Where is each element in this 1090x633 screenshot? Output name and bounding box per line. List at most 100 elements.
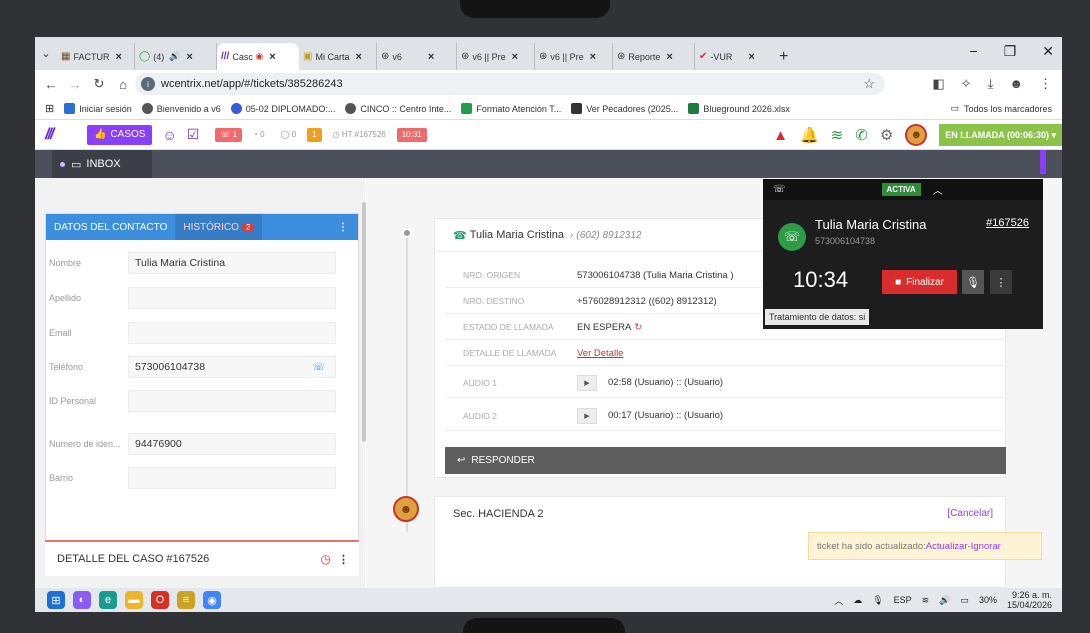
bookmark-diplomado[interactable]: 05-02 DIPLOMADO:... [230, 103, 335, 114]
emoji-icon[interactable]: ☺ [162, 127, 176, 143]
bookmark-blueground[interactable]: Blueground 2026.xlsx [688, 103, 790, 114]
restore-icon[interactable]: ❐ [1004, 43, 1017, 60]
bookmark-cinco[interactable]: CINCO :: Centro Inte... [345, 103, 451, 114]
avatar[interactable]: ☻ [905, 124, 928, 146]
cancel-link[interactable]: [Cancelar] [947, 508, 993, 519]
id-personal-input[interactable] [128, 390, 336, 412]
bookmark-pecadores[interactable]: Ver Pecadores (2025... [571, 103, 678, 114]
close-icon[interactable]: × [355, 51, 361, 63]
play-icon[interactable]: ▶ [577, 407, 597, 424]
close-icon[interactable]: × [512, 51, 518, 63]
inbox-tab[interactable]: ▭ INBOX [52, 150, 152, 178]
close-icon[interactable]: × [748, 51, 754, 63]
extension-icon[interactable]: ◧ [932, 76, 944, 92]
gear-icon[interactable]: ⚙ [880, 126, 893, 144]
nombre-input[interactable]: Tulia Maria Cristina [128, 252, 336, 274]
alert-icon[interactable]: ▲ [773, 127, 788, 144]
tab-search-icon[interactable]: ⌄ [35, 37, 57, 70]
ignore-link[interactable]: Ignorar [971, 541, 1001, 552]
numero-identificacion-input[interactable]: 94476900 [128, 433, 336, 455]
notes-icon[interactable]: ≡ [177, 591, 195, 609]
bookmark-iniciar-sesion[interactable]: Iniciar sesión [64, 103, 132, 114]
copilot-icon[interactable]: ◐ [73, 591, 91, 609]
ticket-chip[interactable]: ◷ HT #167526 [328, 128, 391, 142]
windows-start-icon[interactable]: ⊞ [47, 591, 65, 609]
close-icon[interactable]: × [186, 51, 192, 63]
call-status-button[interactable]: EN LLAMADA (00:06:30) ▾ [939, 124, 1062, 146]
apps-grid-icon[interactable]: ⊞ [45, 102, 54, 115]
close-icon[interactable]: × [590, 51, 596, 63]
tab-v6-pre-1[interactable]: ⊛ v6 || Pre × [457, 43, 535, 70]
checkbox-icon[interactable]: ☑ [187, 126, 200, 143]
download-icon[interactable]: ⤓ [988, 76, 994, 92]
all-bookmarks[interactable]: ▭ Todos los marcadores [950, 103, 1052, 114]
forward-icon[interactable]: → [63, 77, 87, 92]
edge-icon[interactable]: e [99, 591, 117, 609]
apellido-input[interactable] [128, 287, 336, 309]
close-window-icon[interactable]: ✕ [1042, 43, 1054, 60]
tab-v6-pre-2[interactable]: ⊛ v6 || Pre × [535, 43, 613, 70]
menu-icon[interactable]: ⋮ [1039, 76, 1052, 92]
ticket-link[interactable]: #167526 [986, 217, 1029, 229]
opera-icon[interactable]: O [151, 591, 169, 609]
phone-icon[interactable]: ☏ [312, 362, 325, 373]
chevron-up-icon[interactable]: ︿ [834, 594, 843, 607]
site-info-icon[interactable]: i [141, 77, 155, 91]
tab-contact-data[interactable]: DATOS DEL CONTACTO [46, 214, 175, 240]
casos-button[interactable]: 👍 CASOS [87, 124, 153, 145]
responder-button[interactable]: ↩ RESPONDER [445, 447, 1006, 474]
reload-icon[interactable]: ↻ [87, 76, 111, 92]
barrio-input[interactable] [128, 467, 336, 489]
more-button[interactable]: ⋮ [990, 270, 1012, 294]
tab-history[interactable]: HISTÓRICO 2 [175, 214, 263, 240]
mic-icon[interactable]: 🎙 [872, 595, 883, 606]
mic-button[interactable]: 🎙 [962, 270, 984, 294]
case-detail-header[interactable]: DETALLE DEL CASO #167526 ◷ ⋮ [45, 540, 359, 576]
bookmark-bienvenido[interactable]: Bienvenido a v6 [141, 103, 221, 114]
bell-icon[interactable]: 🔔 [800, 126, 819, 144]
folder-icon[interactable]: ▬ [125, 591, 143, 609]
tab-reporte[interactable]: ⊛ Reporte × [613, 43, 695, 70]
new-tab-button[interactable]: + [779, 43, 788, 70]
address-bar[interactable]: i wcentrix.net/app/#/tickets/385286243 ☆ [135, 73, 885, 95]
back-icon[interactable]: ← [39, 77, 63, 92]
whatsapp-chip[interactable]: ◯ 0 [276, 128, 302, 142]
wcentrix-logo[interactable]: /// [45, 126, 73, 144]
battery-icon[interactable]: ▭ [960, 595, 969, 606]
tab-v6[interactable]: ⊛ v6 × [377, 43, 457, 70]
volume-icon[interactable]: 🔊 [939, 595, 950, 606]
kebab-menu-icon[interactable]: ⋮ [338, 553, 349, 566]
play-icon[interactable]: ▶ [577, 374, 597, 391]
tab-mi-carta[interactable]: ▣ Mi Carta × [299, 43, 377, 70]
tab-factur[interactable]: ▦ FACTUR × [57, 43, 135, 70]
close-icon[interactable]: × [115, 51, 121, 63]
minimize-icon[interactable]: − [970, 43, 978, 60]
tab-casos[interactable]: ///Casc ◉ × [217, 43, 299, 70]
end-call-button[interactable]: ■ Finalizar [882, 270, 957, 294]
update-link[interactable]: Actualizar [926, 541, 968, 552]
chevron-up-icon[interactable]: ︿ [933, 182, 943, 197]
close-icon[interactable]: × [666, 51, 672, 63]
pending-chip[interactable]: 1 [307, 127, 322, 142]
chrome-icon[interactable]: ◉ [203, 591, 221, 609]
clock[interactable]: 9:26 a. m. 15/04/2026 [1007, 590, 1052, 610]
puzzle-icon[interactable]: ✧ [961, 76, 972, 92]
language-indicator[interactable]: ESP [894, 595, 912, 605]
chat-chip[interactable]: ◔ 0 [248, 128, 270, 142]
close-icon[interactable]: × [428, 51, 434, 63]
clock-icon[interactable]: ◷ [321, 552, 331, 566]
kebab-menu-icon[interactable]: ⋮ [338, 222, 348, 233]
profile-icon[interactable]: ☻ [1009, 76, 1023, 92]
tab-vur[interactable]: ✔ -VUR × [695, 43, 775, 70]
cloud-icon[interactable]: ☁ [853, 595, 862, 606]
ver-detalle-link[interactable]: Ver Detalle [577, 348, 623, 359]
wifi-icon[interactable]: ≋ [922, 595, 930, 606]
close-icon[interactable]: × [269, 51, 275, 63]
home-icon[interactable]: ⌂ [111, 77, 135, 92]
tab-whatsapp[interactable]: ◯ (4) ​ 🔊 × [135, 43, 217, 70]
phone-icon[interactable]: ✆ [855, 126, 868, 144]
telefono-input[interactable]: 573006104738 ☏ [128, 356, 336, 378]
bookmark-formato[interactable]: Formato Atención T... [461, 103, 561, 114]
calls-chip[interactable]: ☏ 1 [215, 127, 243, 142]
email-input[interactable] [128, 322, 336, 344]
